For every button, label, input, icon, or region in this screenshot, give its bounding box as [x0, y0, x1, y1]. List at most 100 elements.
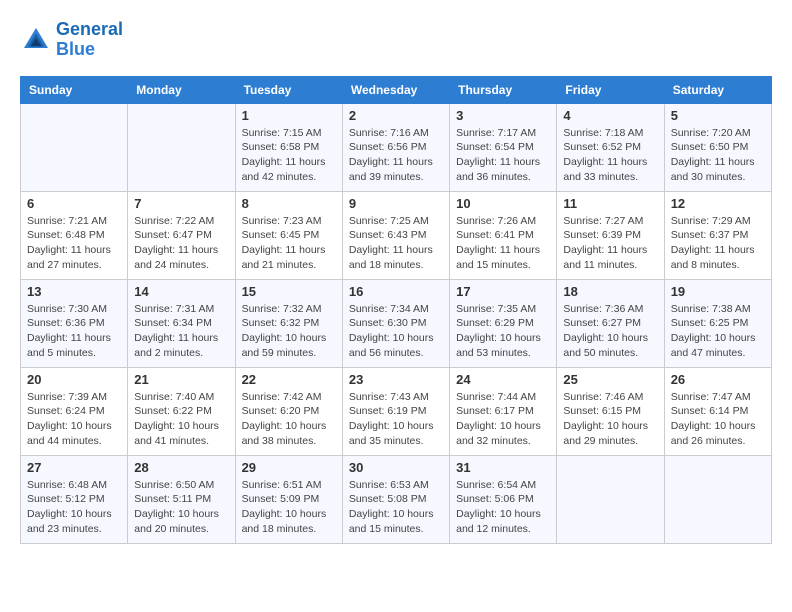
logo-icon — [20, 24, 52, 56]
day-detail: Sunrise: 6:50 AM Sunset: 5:11 PM Dayligh… — [134, 478, 228, 537]
calendar-cell: 7 Sunrise: 7:22 AM Sunset: 6:47 PM Daylig… — [128, 191, 235, 279]
col-header-tuesday: Tuesday — [235, 76, 342, 103]
col-header-monday: Monday — [128, 76, 235, 103]
day-detail: Sunrise: 7:47 AM Sunset: 6:14 PM Dayligh… — [671, 390, 765, 449]
day-number: 29 — [242, 460, 336, 475]
calendar-table: SundayMondayTuesdayWednesdayThursdayFrid… — [20, 76, 772, 544]
day-number: 3 — [456, 108, 550, 123]
day-detail: Sunrise: 7:21 AM Sunset: 6:48 PM Dayligh… — [27, 214, 121, 273]
calendar-cell: 26 Sunrise: 7:47 AM Sunset: 6:14 PM Dayli… — [664, 367, 771, 455]
calendar-cell: 17Sunrise: 7:35 AM Sunset: 6:29 PM Dayli… — [450, 279, 557, 367]
calendar-cell: 24 Sunrise: 7:44 AM Sunset: 6:17 PM Dayli… — [450, 367, 557, 455]
day-number: 25 — [563, 372, 657, 387]
day-number: 23 — [349, 372, 443, 387]
col-header-saturday: Saturday — [664, 76, 771, 103]
week-row-1: 1 Sunrise: 7:15 AM Sunset: 6:58 PM Daylig… — [21, 103, 772, 191]
week-row-2: 6 Sunrise: 7:21 AM Sunset: 6:48 PM Daylig… — [21, 191, 772, 279]
day-detail: Sunrise: 7:20 AM Sunset: 6:50 PM Dayligh… — [671, 126, 765, 185]
calendar-cell: 10 Sunrise: 7:26 AM Sunset: 6:41 PM Dayli… — [450, 191, 557, 279]
calendar-cell: 16Sunrise: 7:34 AM Sunset: 6:30 PM Dayli… — [342, 279, 449, 367]
page-header: General Blue — [20, 20, 772, 60]
day-number: 2 — [349, 108, 443, 123]
day-detail: Sunrise: 7:42 AM Sunset: 6:20 PM Dayligh… — [242, 390, 336, 449]
day-number: 5 — [671, 108, 765, 123]
day-number: 20 — [27, 372, 121, 387]
calendar-cell: 4 Sunrise: 7:18 AM Sunset: 6:52 PM Daylig… — [557, 103, 664, 191]
day-detail: Sunrise: 7:46 AM Sunset: 6:15 PM Dayligh… — [563, 390, 657, 449]
day-detail: Sunrise: 7:32 AM Sunset: 6:32 PM Dayligh… — [242, 302, 336, 361]
day-number: 1 — [242, 108, 336, 123]
day-detail: Sunrise: 6:53 AM Sunset: 5:08 PM Dayligh… — [349, 478, 443, 537]
calendar-cell — [128, 103, 235, 191]
day-number: 24 — [456, 372, 550, 387]
calendar-cell: 30Sunrise: 6:53 AM Sunset: 5:08 PM Dayli… — [342, 455, 449, 543]
col-header-thursday: Thursday — [450, 76, 557, 103]
day-detail: Sunrise: 7:31 AM Sunset: 6:34 PM Dayligh… — [134, 302, 228, 361]
day-number: 8 — [242, 196, 336, 211]
day-detail: Sunrise: 7:26 AM Sunset: 6:41 PM Dayligh… — [456, 214, 550, 273]
day-detail: Sunrise: 7:44 AM Sunset: 6:17 PM Dayligh… — [456, 390, 550, 449]
day-number: 21 — [134, 372, 228, 387]
day-number: 28 — [134, 460, 228, 475]
week-row-4: 20 Sunrise: 7:39 AM Sunset: 6:24 PM Dayli… — [21, 367, 772, 455]
day-detail: Sunrise: 7:35 AM Sunset: 6:29 PM Dayligh… — [456, 302, 550, 361]
calendar-cell: 11 Sunrise: 7:27 AM Sunset: 6:39 PM Dayli… — [557, 191, 664, 279]
day-detail: Sunrise: 6:51 AM Sunset: 5:09 PM Dayligh… — [242, 478, 336, 537]
day-detail: Sunrise: 7:43 AM Sunset: 6:19 PM Dayligh… — [349, 390, 443, 449]
day-detail: Sunrise: 7:22 AM Sunset: 6:47 PM Dayligh… — [134, 214, 228, 273]
calendar-cell: 3Sunrise: 7:17 AM Sunset: 6:54 PM Daylig… — [450, 103, 557, 191]
day-detail: Sunrise: 7:23 AM Sunset: 6:45 PM Dayligh… — [242, 214, 336, 273]
day-number: 31 — [456, 460, 550, 475]
day-number: 6 — [27, 196, 121, 211]
calendar-cell: 28 Sunrise: 6:50 AM Sunset: 5:11 PM Dayli… — [128, 455, 235, 543]
calendar-cell: 22 Sunrise: 7:42 AM Sunset: 6:20 PM Dayli… — [235, 367, 342, 455]
day-detail: Sunrise: 7:15 AM Sunset: 6:58 PM Dayligh… — [242, 126, 336, 185]
calendar-cell: 15 Sunrise: 7:32 AM Sunset: 6:32 PM Dayli… — [235, 279, 342, 367]
calendar-cell: 1 Sunrise: 7:15 AM Sunset: 6:58 PM Daylig… — [235, 103, 342, 191]
day-number: 26 — [671, 372, 765, 387]
day-detail: Sunrise: 7:30 AM Sunset: 6:36 PM Dayligh… — [27, 302, 121, 361]
calendar-cell: 9 Sunrise: 7:25 AM Sunset: 6:43 PM Daylig… — [342, 191, 449, 279]
day-detail: Sunrise: 7:25 AM Sunset: 6:43 PM Dayligh… — [349, 214, 443, 273]
calendar-cell: 27Sunrise: 6:48 AM Sunset: 5:12 PM Dayli… — [21, 455, 128, 543]
day-number: 11 — [563, 196, 657, 211]
day-detail: Sunrise: 7:16 AM Sunset: 6:56 PM Dayligh… — [349, 126, 443, 185]
calendar-cell: 5 Sunrise: 7:20 AM Sunset: 6:50 PM Daylig… — [664, 103, 771, 191]
calendar-cell — [557, 455, 664, 543]
calendar-cell: 13 Sunrise: 7:30 AM Sunset: 6:36 PM Dayli… — [21, 279, 128, 367]
day-number: 7 — [134, 196, 228, 211]
day-detail: Sunrise: 7:18 AM Sunset: 6:52 PM Dayligh… — [563, 126, 657, 185]
col-header-friday: Friday — [557, 76, 664, 103]
col-header-sunday: Sunday — [21, 76, 128, 103]
day-number: 10 — [456, 196, 550, 211]
day-number: 18 — [563, 284, 657, 299]
calendar-cell: 29 Sunrise: 6:51 AM Sunset: 5:09 PM Dayli… — [235, 455, 342, 543]
day-detail: Sunrise: 7:38 AM Sunset: 6:25 PM Dayligh… — [671, 302, 765, 361]
day-detail: Sunrise: 6:48 AM Sunset: 5:12 PM Dayligh… — [27, 478, 121, 537]
day-number: 22 — [242, 372, 336, 387]
day-number: 13 — [27, 284, 121, 299]
calendar-cell — [664, 455, 771, 543]
day-number: 9 — [349, 196, 443, 211]
calendar-cell: 21 Sunrise: 7:40 AM Sunset: 6:22 PM Dayli… — [128, 367, 235, 455]
day-number: 4 — [563, 108, 657, 123]
day-detail: Sunrise: 7:29 AM Sunset: 6:37 PM Dayligh… — [671, 214, 765, 273]
day-number: 12 — [671, 196, 765, 211]
calendar-cell — [21, 103, 128, 191]
logo-text: General Blue — [56, 20, 123, 60]
col-header-wednesday: Wednesday — [342, 76, 449, 103]
calendar-cell: 2 Sunrise: 7:16 AM Sunset: 6:56 PM Daylig… — [342, 103, 449, 191]
logo: General Blue — [20, 20, 123, 60]
day-number: 15 — [242, 284, 336, 299]
calendar-cell: 14Sunrise: 7:31 AM Sunset: 6:34 PM Dayli… — [128, 279, 235, 367]
week-row-3: 13 Sunrise: 7:30 AM Sunset: 6:36 PM Dayli… — [21, 279, 772, 367]
calendar-cell: 12 Sunrise: 7:29 AM Sunset: 6:37 PM Dayli… — [664, 191, 771, 279]
calendar-cell: 19Sunrise: 7:38 AM Sunset: 6:25 PM Dayli… — [664, 279, 771, 367]
day-detail: Sunrise: 7:40 AM Sunset: 6:22 PM Dayligh… — [134, 390, 228, 449]
calendar-cell: 18 Sunrise: 7:36 AM Sunset: 6:27 PM Dayli… — [557, 279, 664, 367]
day-detail: Sunrise: 7:39 AM Sunset: 6:24 PM Dayligh… — [27, 390, 121, 449]
day-detail: Sunrise: 7:36 AM Sunset: 6:27 PM Dayligh… — [563, 302, 657, 361]
day-detail: Sunrise: 7:27 AM Sunset: 6:39 PM Dayligh… — [563, 214, 657, 273]
calendar-cell: 6 Sunrise: 7:21 AM Sunset: 6:48 PM Daylig… — [21, 191, 128, 279]
week-row-5: 27Sunrise: 6:48 AM Sunset: 5:12 PM Dayli… — [21, 455, 772, 543]
